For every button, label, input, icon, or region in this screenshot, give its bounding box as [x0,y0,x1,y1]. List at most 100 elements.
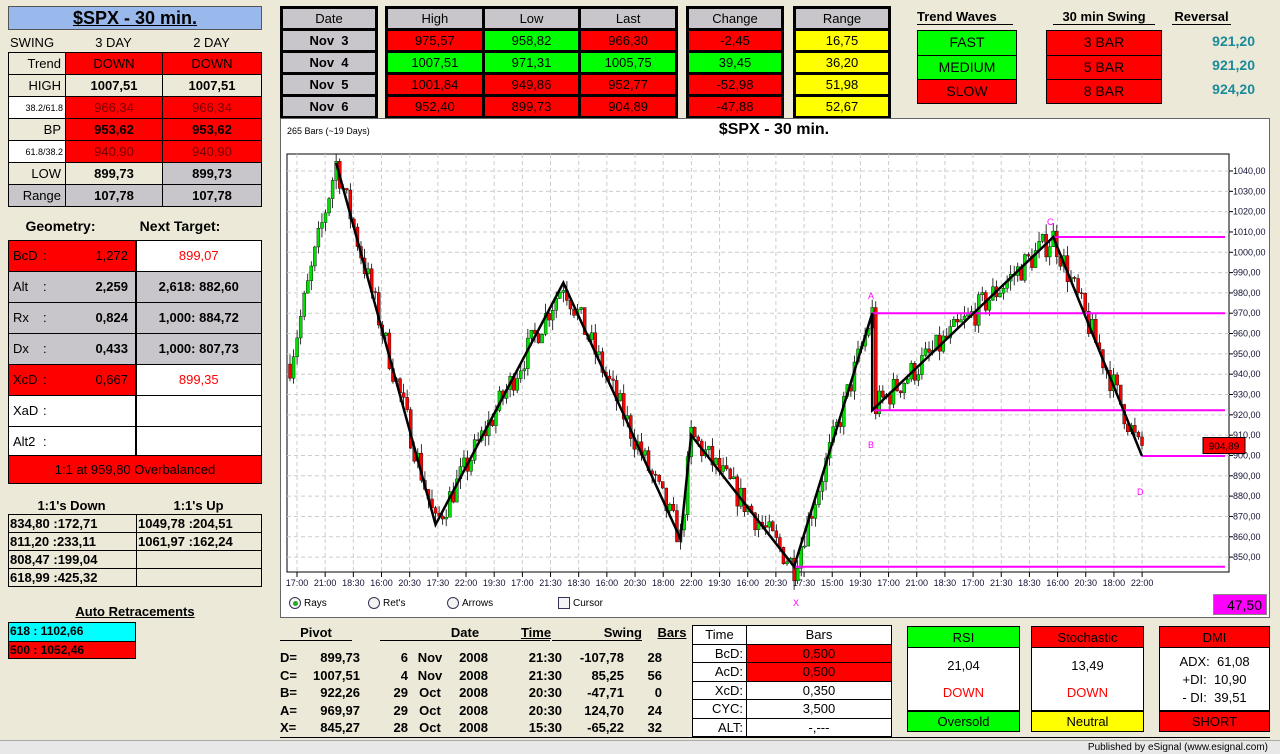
plus-di-row: +DI: 10,90 [1183,672,1247,687]
candle-body [1115,374,1119,386]
pivot-v: 922,26 [320,685,360,700]
change-cell: -52,98 [689,75,781,94]
trend-wave-medium: MEDIUM [918,55,1016,79]
swing-30min-label: 30 min Swing [1053,9,1155,25]
y-tick-label: 880,00 [1233,491,1261,501]
status-bar: Published by eSignal (www.esignal.com) [0,740,1280,754]
x-tick-label: 17:00 [962,578,985,588]
adx-row: ADX: 61,08 [1179,654,1249,669]
time-bars-key: AcD: [693,663,746,681]
x-tick-label: 20:30 [1074,578,1097,588]
swing-value: 1007,51 [66,75,162,96]
candle-body [547,313,551,321]
pivot-v: 969,97 [320,702,360,718]
rets-radio[interactable]: Ret's [368,597,447,609]
change-table: Change -2,45 39,45 -52,98 -47,88 [686,6,784,119]
rsi-title: RSI [908,627,1019,648]
time-bars-key: XcD: [693,681,746,699]
pivot-b: 56 [647,667,662,683]
geometry-ratio: 1,272 [95,248,128,264]
high-cell: 952,40 [388,97,482,116]
time-bars-value: 0,350 [747,681,891,699]
pivot-y: 2008 [459,720,488,735]
candle-body [309,265,313,281]
candle-body [653,473,658,476]
last-cell: 966,30 [581,31,675,50]
candle-body [405,397,409,410]
cursor-label: Cursor [573,597,604,609]
x-tick-label: 19:30 [849,578,872,588]
arrows-radio[interactable]: Arrows [447,597,558,609]
change-header: Change [689,9,781,28]
swing-value: 953,62 [66,119,162,140]
last-price-label: 904,89 [1209,442,1240,453]
geometry-row-xad: XaD: [9,396,135,426]
x-tick-label: 18:30 [567,578,590,588]
candle-body [1001,288,1006,294]
low-cell: 949,86 [484,75,579,94]
pivot-p: C= [280,667,297,683]
pivot-header-pivot: Pivot [280,625,352,641]
rets-label: Ret's [383,597,406,609]
candle-body [998,292,1002,298]
reversal-value: 924,20 [1212,81,1255,97]
reversal-value: 921,20 [1212,33,1255,49]
rsi-direction: DOWN [942,685,985,700]
rays-radio[interactable]: Rays [289,597,368,609]
x-tick-label: 18:00 [652,578,675,588]
candle-body [881,390,885,398]
x-tick-label: 18:30 [1018,578,1041,588]
candle-body [316,228,321,248]
x-tick-label: 19:30 [708,578,731,588]
candle-body [952,319,956,327]
y-tick-label: 1000,00 [1233,247,1266,257]
geometry-ratio: 0,667 [95,372,128,388]
ones-down-value: 811,20 :233,11 [9,533,136,550]
candle-body [724,465,729,470]
x-tick-label: 17:00 [877,578,900,588]
last-cell: 904,89 [581,97,675,116]
high-low-last-table: High Low Last 975,57 958,82 966,30 1007,51 971,… [385,6,678,119]
time-bars-key: ALT: [693,718,746,736]
price-chart[interactable]: 1040,00 1030,00 1020,00 1010,00 1000,00 990,0… [281,119,1271,619]
radio-checked-icon [289,597,301,609]
geometry-name: Rx [13,310,29,326]
date-cell: Nov 6 [283,97,375,116]
pivot-s: 124,70 [584,702,624,718]
time-bars-value: 3,500 [747,700,891,718]
stochastic-value: 13,49 [1071,658,1104,673]
retracement-item: 500 : 1052,46 [9,640,135,658]
candle-body [462,457,466,467]
geometry-sep: : [43,341,47,357]
geometry-sep: : [43,403,47,419]
reversal-list: 921,20 921,20 924,20 [1175,30,1255,102]
geometry-target: 1,000: 807,73 [136,334,261,364]
swing-bar-item: 5 BAR [1047,55,1161,79]
geometry-sep: : [43,310,47,326]
x-tick-label: 21:00 [905,578,928,588]
ones-up-label: 1:1's Up [173,498,224,513]
candle-body [902,383,906,394]
divider [280,737,1270,738]
date-header: Date [283,9,375,28]
pivot-label-x: X [793,598,799,608]
candle-body [551,310,555,321]
range-cell: 16,75 [796,31,888,50]
auto-retracements-list: 618 : 1102,66 500 : 1052,46 [8,622,136,659]
swing-value: 899,73 [163,163,261,184]
swing-value: 940,90 [163,141,261,162]
candle-body [618,393,622,402]
candle-body [643,450,647,456]
range-cell: 36,20 [796,53,888,72]
candle-body [579,307,583,310]
cursor-checkbox[interactable]: Cursor [558,597,603,609]
geometry-sep: : [43,434,47,450]
chart-panel[interactable]: 265 Bars (~19 Days) $SPX - 30 min. 1040,… [280,118,1270,618]
range-table: Range 16,75 36,20 51,98 52,67 [793,6,891,119]
geometry-row-alt: Alt: 2,259 [9,272,135,302]
minus-di-row: - DI: 39,51 [1182,690,1246,705]
candle-body [1079,292,1084,294]
next-target-label: Next Target: [139,218,221,234]
range-header: Range [796,9,888,28]
geometry-target [136,396,261,426]
